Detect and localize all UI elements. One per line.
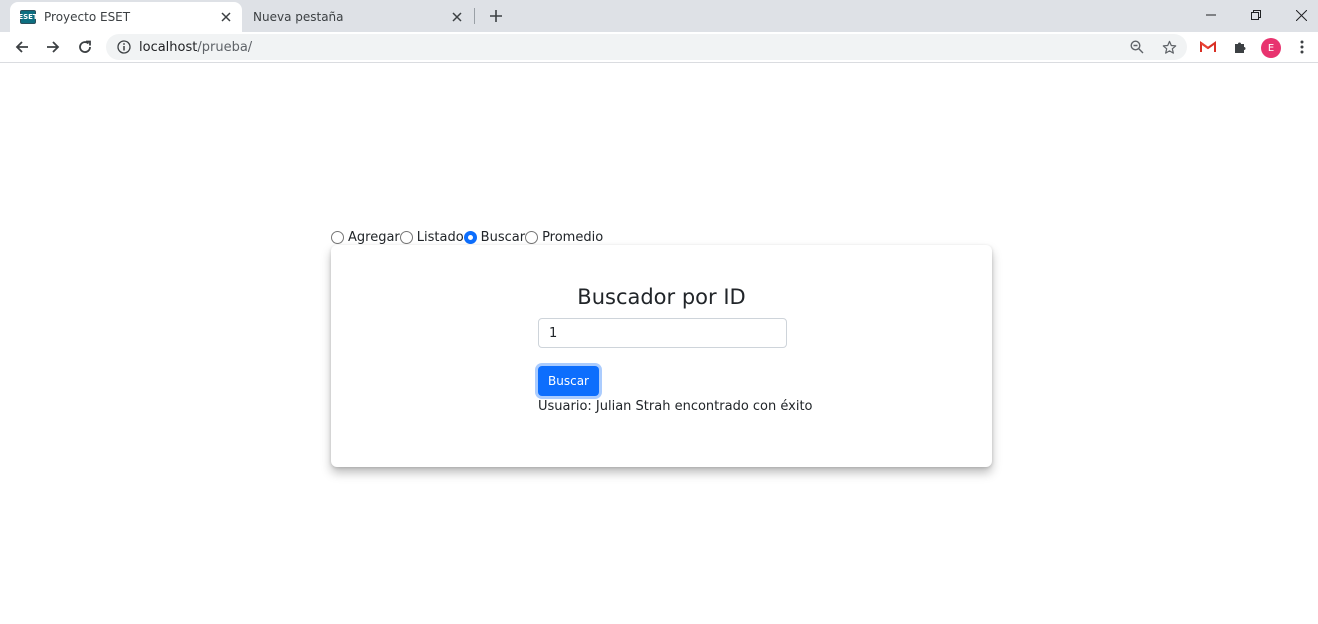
tab-title: Nueva pestaña <box>253 10 344 24</box>
tab-title: Proyecto ESET <box>44 10 131 24</box>
radio-promedio[interactable]: Promedio <box>525 230 603 245</box>
close-window-icon[interactable] <box>1278 2 1318 28</box>
forward-arrow-icon[interactable] <box>41 35 65 59</box>
address-bar[interactable]: localhost/prueba/ <box>106 34 1187 60</box>
radio-label: Agregar <box>348 229 400 245</box>
mode-radio-group: Agregar Listado Buscar Promedio <box>331 229 603 245</box>
back-arrow-icon[interactable] <box>10 35 34 59</box>
url-text: localhost/prueba/ <box>139 40 252 55</box>
zoom-icon[interactable] <box>1128 38 1146 56</box>
bookmark-star-icon[interactable] <box>1160 38 1178 56</box>
browser-toolbar: localhost/prueba/ E <box>0 32 1318 63</box>
radio-label: Promedio <box>542 229 604 245</box>
search-card: Buscador por ID Buscar Usuario: Julian S… <box>331 245 992 467</box>
radio-listado[interactable]: Listado <box>399 229 464 245</box>
card-heading: Buscador por ID <box>577 285 746 309</box>
buscar-button[interactable]: Buscar <box>538 366 599 396</box>
minimize-icon[interactable] <box>1188 2 1234 28</box>
radio-circle-selected[interactable] <box>463 230 477 244</box>
radio-label: Listado <box>416 229 464 245</box>
tab-separator <box>474 8 475 24</box>
url-path: /prueba/ <box>197 40 253 55</box>
radio-circle[interactable] <box>399 230 413 244</box>
eset-favicon-icon: ESET <box>18 10 38 24</box>
radio-circle[interactable] <box>331 230 344 244</box>
radio-circle[interactable] <box>525 230 539 244</box>
restore-icon[interactable] <box>1233 2 1279 28</box>
result-message: Usuario: Julian Strah encontrado con éxi… <box>538 399 813 414</box>
tab-proyecto-eset[interactable]: ESET Proyecto ESET <box>10 2 242 32</box>
radio-agregar[interactable]: Agregar <box>331 230 400 245</box>
radio-buscar[interactable]: Buscar <box>463 229 526 245</box>
tab-nueva-pestana[interactable]: Nueva pestaña <box>243 2 473 32</box>
radio-label: Buscar <box>480 229 526 245</box>
menu-kebab-icon[interactable] <box>1292 37 1312 57</box>
gmail-icon[interactable] <box>1198 37 1218 57</box>
new-tab-icon[interactable] <box>485 5 507 27</box>
tab-strip: ESET Proyecto ESET Nueva pestaña <box>0 0 1318 32</box>
id-input[interactable] <box>538 318 787 348</box>
close-tab-icon[interactable] <box>447 7 467 27</box>
extensions-puzzle-icon[interactable] <box>1230 37 1250 57</box>
reload-icon[interactable] <box>73 35 97 59</box>
close-tab-icon[interactable] <box>216 7 236 27</box>
url-host: localhost <box>139 40 198 55</box>
info-icon[interactable] <box>116 39 132 55</box>
profile-avatar[interactable]: E <box>1261 38 1281 58</box>
